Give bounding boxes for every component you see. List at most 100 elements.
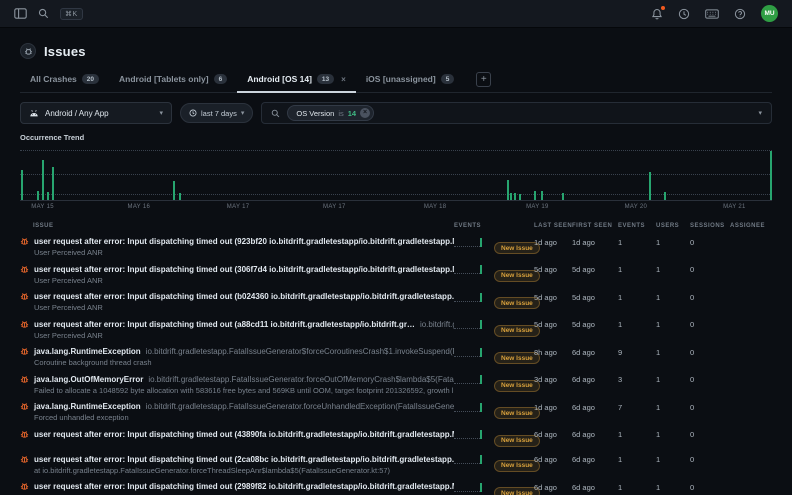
issue-subtitle: at io.bitdrift.gradletestapp.FatalIssueG… [20, 466, 454, 475]
search-icon[interactable] [38, 8, 49, 19]
table-row[interactable]: user request after error: Input dispatch… [20, 233, 772, 261]
occurrence-trend-section: Occurrence Trend MAY 15MAY 16MAY 17MAY 1… [20, 133, 772, 213]
time-range-value: last 7 days [201, 109, 237, 118]
first-seen-value: 6d ago [572, 402, 618, 412]
remove-chip-icon[interactable]: × [360, 108, 370, 118]
issue-title: user request after error: Input dispatch… [34, 482, 454, 491]
bug-icon [20, 430, 29, 439]
sessions-count: 0 [690, 347, 730, 357]
column-header[interactable]: FIRST SEEN [572, 223, 618, 229]
first-seen-value: 5d ago [572, 292, 618, 302]
column-header[interactable]: LAST SEEN [534, 223, 572, 229]
tab-close-icon[interactable]: × [341, 75, 346, 84]
issue-cell: user request after error: Input dispatch… [20, 237, 454, 258]
users-count: 1 [656, 237, 690, 247]
history-clock-icon[interactable] [678, 8, 690, 20]
filter-search-input[interactable]: OS Version is 14 × ▾ [261, 102, 772, 124]
users-count: 1 [656, 292, 690, 302]
tab-label: Android [Tablets only] [119, 74, 209, 84]
table-row[interactable]: user request after error: Input dispatch… [20, 316, 772, 344]
chart-bar [534, 191, 536, 200]
sessions-count: 0 [690, 374, 730, 384]
x-axis-tick-label: MAY 17 [323, 204, 346, 210]
bug-icon [20, 455, 29, 464]
issue-title: user request after error: Input dispatch… [34, 430, 454, 439]
keyboard-icon[interactable] [705, 9, 719, 19]
issue-cell: java.lang.RuntimeExceptionio.bitdrift.gr… [20, 347, 454, 368]
chart-plot [20, 149, 772, 201]
time-range-filter[interactable]: last 7 days ▾ [180, 103, 253, 123]
assignee-cell [730, 429, 772, 430]
last-seen-value: 5d ago [534, 292, 572, 302]
bug-icon [20, 402, 29, 411]
bug-icon [20, 482, 29, 491]
issue-title: java.lang.RuntimeException [34, 402, 141, 411]
table-row[interactable]: java.lang.RuntimeExceptionio.bitdrift.gr… [20, 398, 772, 426]
chevron-down-icon[interactable]: ▾ [758, 109, 762, 117]
sidebar-toggle-icon[interactable] [14, 8, 27, 19]
x-axis-tick-label: MAY 21 [723, 204, 746, 210]
last-seen-value: 3d ago [534, 374, 572, 384]
events-count: 1 [618, 237, 656, 247]
table-row[interactable]: user request after error: Input dispatch… [20, 478, 772, 495]
issue-cell: user request after error: Input dispatch… [20, 264, 454, 285]
events-count: 1 [618, 482, 656, 492]
app-selector-dropdown[interactable]: Android / Any App ▾ [20, 102, 172, 124]
events-sparkline [454, 429, 494, 439]
issue-title: user request after error: Input dispatch… [34, 320, 415, 329]
column-header[interactable]: USERS [656, 223, 690, 229]
table-row[interactable]: user request after error: Input dispatch… [20, 288, 772, 316]
x-axis-tick-label: MAY 19 [526, 204, 549, 210]
chart-bar [52, 167, 54, 200]
events-sparkline [454, 347, 494, 357]
bug-icon [20, 265, 29, 274]
issue-subtitle: User Perceived ANR [20, 303, 454, 312]
first-seen-value: 6d ago [572, 482, 618, 492]
table-row[interactable]: java.lang.RuntimeExceptionio.bitdrift.gr… [20, 343, 772, 371]
tab-all-crashes[interactable]: All Crashes20 [20, 68, 109, 93]
user-avatar[interactable]: MU [761, 5, 778, 22]
events-sparkline [454, 482, 494, 492]
column-header[interactable]: SESSIONS [690, 223, 730, 229]
os-version-filter-chip[interactable]: OS Version is 14 × [287, 105, 374, 121]
users-count: 1 [656, 454, 690, 464]
column-header[interactable]: EVENTS [618, 223, 656, 229]
events-sparkline [454, 292, 494, 302]
column-header[interactable]: ISSUE [20, 223, 454, 229]
chevron-down-icon: ▾ [159, 109, 163, 117]
column-header[interactable] [494, 223, 534, 229]
column-header[interactable]: EVENTS [454, 223, 494, 229]
first-seen-value: 6d ago [572, 454, 618, 464]
first-seen-value: 6d ago [572, 347, 618, 357]
issue-subtitle: User Perceived ANR [20, 331, 454, 340]
tab-ios-unassigned[interactable]: iOS [unassigned]5 [356, 68, 465, 93]
new-issue-badge: New Issue [494, 460, 540, 472]
issue-cell: java.lang.RuntimeExceptionio.bitdrift.gr… [20, 402, 454, 423]
help-icon[interactable] [734, 8, 746, 20]
issue-subtitle: Coroutine background thread crash [20, 358, 454, 367]
notifications-bell-icon[interactable] [651, 8, 663, 20]
tab-android-tablets-only[interactable]: Android [Tablets only]6 [109, 68, 237, 93]
column-header[interactable]: ASSIGNEE [730, 223, 772, 229]
add-tab-button[interactable]: + [476, 72, 491, 87]
app-selector-value: Android / Any App [45, 109, 109, 118]
table-row[interactable]: java.lang.OutOfMemoryErrorio.bitdrift.gr… [20, 371, 772, 399]
chart-title: Occurrence Trend [20, 133, 772, 142]
chart-gridline [20, 194, 772, 195]
tabs-list: All Crashes20Android [Tablets only]6Andr… [20, 68, 464, 92]
assignee-cell [730, 482, 772, 483]
tab-android-os-14[interactable]: Android [OS 14]13× [237, 68, 356, 93]
table-row[interactable]: user request after error: Input dispatch… [20, 451, 772, 479]
events-count: 9 [618, 347, 656, 357]
issue-table-body: user request after error: Input dispatch… [20, 233, 772, 495]
sessions-count: 0 [690, 292, 730, 302]
issue-cell: user request after error: Input dispatch… [20, 292, 454, 313]
last-seen-value: 8h ago [534, 347, 572, 357]
new-issue-badge: New Issue [494, 270, 540, 282]
chart-bar [562, 193, 564, 200]
table-row[interactable]: user request after error: Input dispatch… [20, 261, 772, 289]
table-row[interactable]: user request after error: Input dispatch… [20, 426, 772, 451]
issue-title: user request after error: Input dispatch… [34, 265, 454, 274]
assignee-cell [730, 454, 772, 455]
x-axis-tick-label: MAY 15 [31, 204, 54, 210]
